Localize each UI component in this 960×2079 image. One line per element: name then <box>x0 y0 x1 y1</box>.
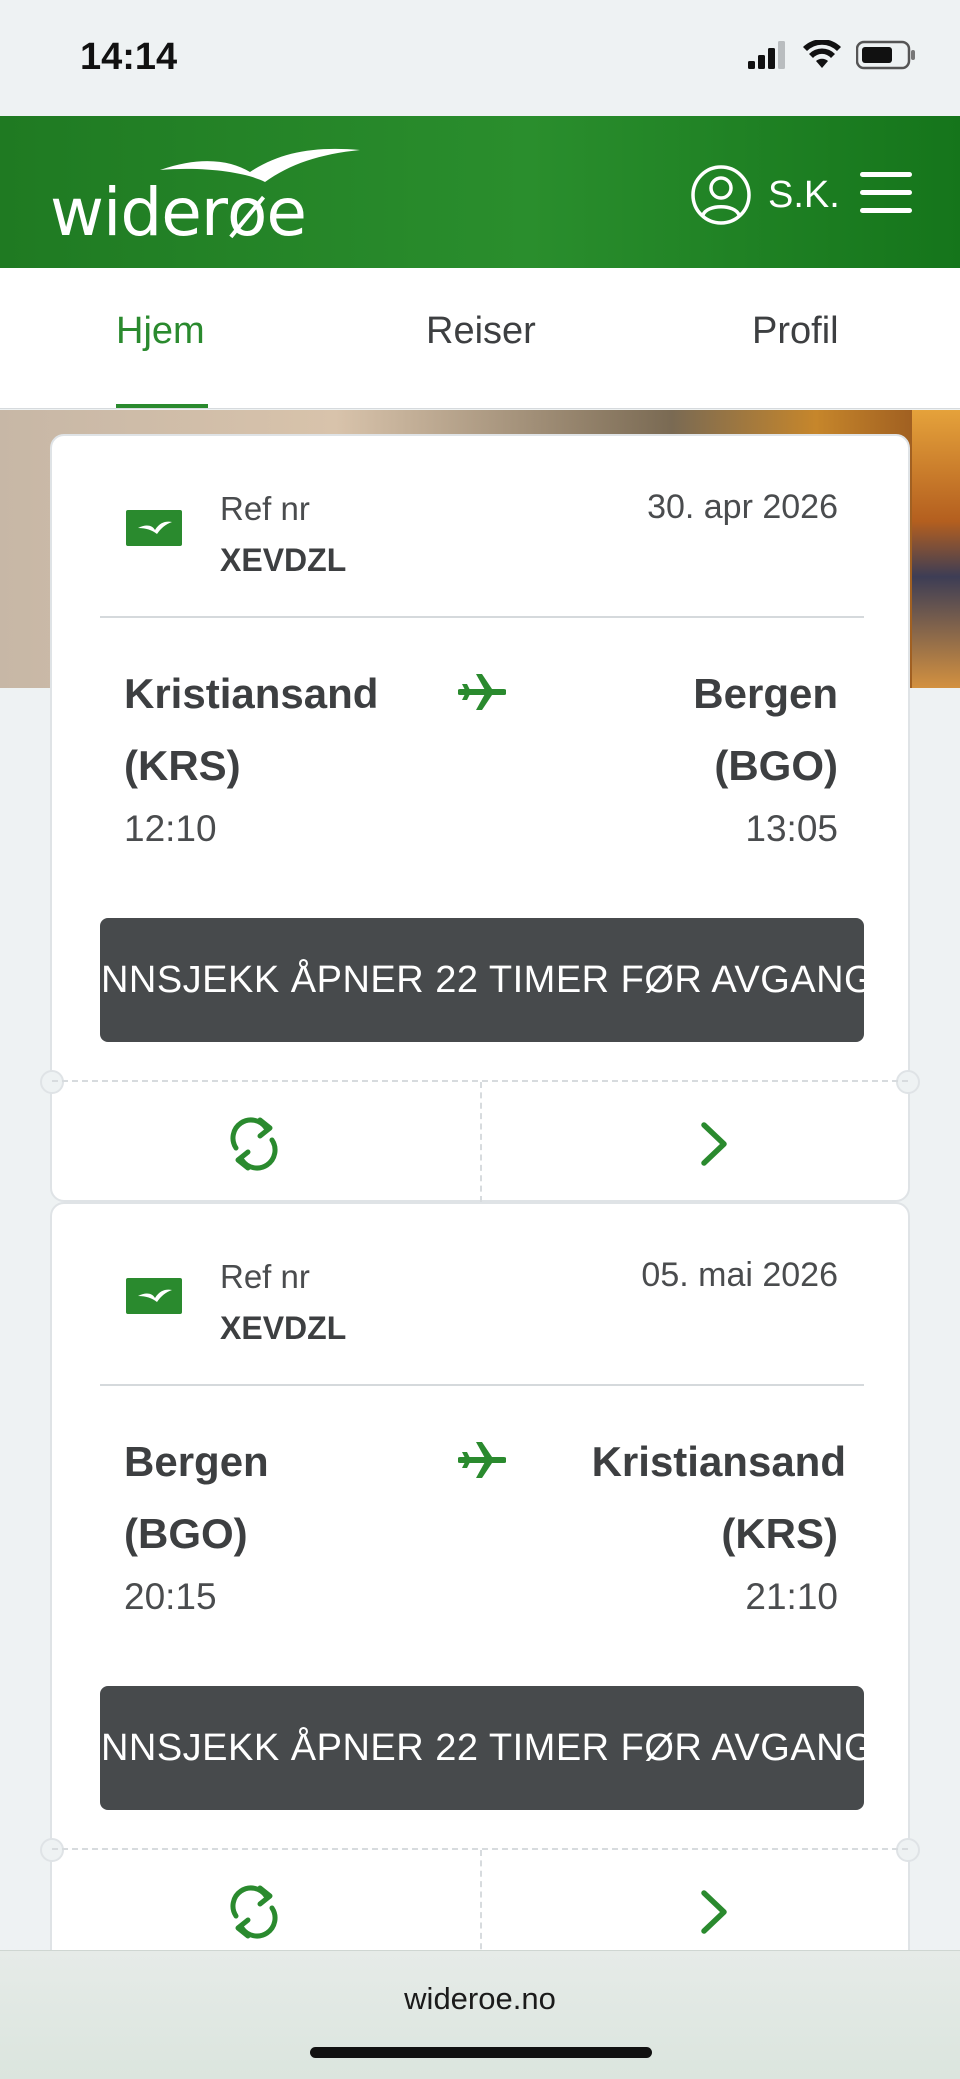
open-booking-button[interactable] <box>672 1102 756 1186</box>
battery-icon <box>856 40 915 70</box>
status-icons <box>748 40 916 70</box>
url-text[interactable]: wideroe.no <box>0 1981 960 2017</box>
departure-city: Kristiansand <box>124 670 379 717</box>
hero-image-edge <box>912 410 960 688</box>
ref-number: XEVDZL <box>220 542 347 578</box>
main-tabs: Hjem Reiser Profil <box>0 268 960 409</box>
airplane-icon <box>457 1438 507 1487</box>
divider <box>100 616 864 618</box>
divider <box>100 1384 864 1386</box>
browser-address-bar[interactable]: wideroe.no <box>0 1950 960 2079</box>
home-indicator[interactable] <box>310 2047 652 2058</box>
arrival-time: 21:10 <box>745 1576 838 1617</box>
refresh-icon <box>230 1885 278 1939</box>
booking-card[interactable]: Ref nr XEVDZL 30. apr 2026 Kristiansand … <box>40 434 920 1202</box>
wifi-icon <box>803 40 841 68</box>
refresh-icon <box>230 1117 278 1171</box>
open-booking-button[interactable] <box>672 1870 756 1954</box>
wideroe-flag-icon <box>126 510 182 546</box>
chevron-right-icon <box>701 1890 727 1934</box>
user-initials: S.K. <box>768 173 840 216</box>
checkin-status-button[interactable]: INNSJEKK ÅPNER 22 TIMER FØR AVGANG <box>90 918 874 1042</box>
change-booking-button[interactable] <box>212 1102 296 1186</box>
flight-date: 05. mai 2026 <box>641 1256 838 1294</box>
arrival-city: Kristiansand <box>591 1438 846 1485</box>
status-time: 14:14 <box>80 36 178 78</box>
app-header: widerøe S.K. <box>0 116 960 268</box>
checkin-status-button[interactable]: INNSJEKK ÅPNER 22 TIMER FØR AVGANG <box>90 1686 874 1810</box>
departure-code: (BGO) <box>124 1510 248 1557</box>
brand-wordmark: widerøe <box>50 174 307 251</box>
booking-card[interactable]: Ref nr XEVDZL 05. mai 2026 Bergen (BGO) … <box>40 1202 920 1970</box>
arrival-city: Bergen <box>693 670 838 717</box>
active-tab-indicator <box>116 404 208 408</box>
card-notch <box>896 1070 920 1094</box>
arrival-code: (BGO) <box>714 742 838 789</box>
arrival-time: 13:05 <box>745 808 838 849</box>
card-notch <box>40 1838 64 1862</box>
flight-date: 30. apr 2026 <box>647 488 838 526</box>
action-separator <box>480 1082 482 1202</box>
tab-hjem[interactable]: Hjem <box>116 310 205 353</box>
user-avatar-icon <box>691 165 751 225</box>
user-menu[interactable]: S.K. <box>690 164 840 226</box>
card-notch <box>40 1070 64 1094</box>
departure-code: (KRS) <box>124 742 241 789</box>
departure-time: 20:15 <box>124 1576 217 1617</box>
status-bar: 14:14 <box>0 0 960 116</box>
signal-icon <box>748 41 785 69</box>
ref-number: XEVDZL <box>220 1310 347 1346</box>
change-booking-button[interactable] <box>212 1870 296 1954</box>
tab-reiser[interactable]: Reiser <box>426 310 536 353</box>
chevron-right-icon <box>701 1122 727 1166</box>
card-notch <box>896 1838 920 1862</box>
hamburger-menu-icon[interactable] <box>860 172 912 214</box>
wideroe-flag-icon <box>126 1278 182 1314</box>
arrival-code: (KRS) <box>721 1510 838 1557</box>
departure-city: Bergen <box>124 1438 269 1485</box>
airplane-icon <box>457 670 507 719</box>
ref-label: Ref nr <box>220 1258 310 1295</box>
departure-time: 12:10 <box>124 808 217 849</box>
ref-label: Ref nr <box>220 490 310 527</box>
tab-profil[interactable]: Profil <box>752 310 839 353</box>
